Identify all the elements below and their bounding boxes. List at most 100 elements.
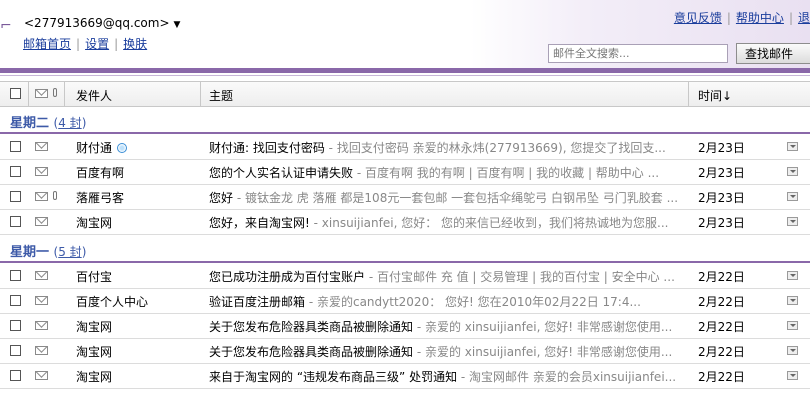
search-mail-button[interactable]: 查找邮件: [736, 43, 810, 64]
preview-text: - 百度有啊 我的有啊 | 百度有啊 | 我的收藏 | 帮助中心 ...: [353, 166, 660, 180]
mail-sender[interactable]: 淘宝网: [76, 343, 112, 360]
nav-separator: |: [114, 37, 119, 51]
column-divider: [200, 82, 201, 106]
mail-date: 2月22日: [698, 345, 745, 359]
feedback-link[interactable]: 意见反馈: [674, 11, 722, 25]
row-menu-icon[interactable]: [787, 371, 798, 380]
mail-subject[interactable]: 财付通: 找回支付密码 - 找回支付密码 亲爱的林永炜(277913669), …: [209, 139, 687, 156]
mail-row[interactable]: 淘宝网 关于您发布危险器具类商品被删除通知 - 亲爱的 xinsuijianfe…: [0, 338, 810, 364]
mail-subject[interactable]: 您已成功注册成为百付宝账户 - 百付宝邮件 充 值 | 交易管理 | 我的百付宝…: [209, 268, 687, 285]
row-checkbox[interactable]: [10, 370, 21, 381]
sender-column-header[interactable]: 发件人: [76, 87, 112, 104]
subject-text: 您的个人实名认证申请失败: [209, 166, 354, 180]
row-checkbox[interactable]: [10, 270, 21, 281]
mail-sender[interactable]: 财付通: [76, 139, 128, 156]
mail-date: 2月23日: [698, 216, 745, 230]
subject-column-header[interactable]: 主题: [209, 87, 233, 104]
mail-sender[interactable]: 落雁弓客: [76, 189, 124, 206]
attachment-icon: [53, 191, 57, 200]
mail-sender[interactable]: 百度有啊: [76, 164, 124, 181]
row-menu-icon[interactable]: [787, 321, 798, 330]
mail-sender[interactable]: 淘宝网: [76, 368, 112, 385]
mail-row[interactable]: 淘宝网 关于您发布危险器具类商品被删除通知 - 亲爱的 xinsuijianfe…: [0, 313, 810, 339]
group-label: 星期二: [10, 116, 50, 131]
link-separator: |: [788, 11, 793, 25]
read-envelope-icon: [35, 346, 48, 355]
mail-date: 2月23日: [698, 166, 745, 180]
mail-date: 2月23日: [698, 191, 745, 205]
subject-text: 您已成功注册成为百付宝账户: [209, 270, 366, 284]
group-count: (4 封): [53, 116, 87, 130]
row-checkbox[interactable]: [10, 216, 21, 227]
mail-row[interactable]: 落雁弓客 您好 - 镀钛金龙 虎 落雁 都是108元一套包邮 一套包括伞绳鸵弓 …: [0, 184, 810, 210]
read-envelope-icon: [35, 371, 48, 380]
nav-change-skin[interactable]: 换肤: [123, 37, 147, 51]
mail-row[interactable]: 淘宝网 您好，来自淘宝网! - xinsuijianfei, 您好： 您的来信已…: [0, 209, 810, 235]
mail-subject[interactable]: 关于您发布危险器具类商品被删除通知 - 亲爱的 xinsuijianfei, 您…: [209, 343, 687, 360]
read-envelope-icon: [35, 192, 48, 201]
row-checkbox[interactable]: [10, 345, 21, 356]
mail-row[interactable]: 百度有啊 您的个人实名认证申请失败 - 百度有啊 我的有啊 | 百度有啊 | 我…: [0, 159, 810, 185]
subject-text: 您好: [209, 191, 234, 205]
row-menu-icon[interactable]: [787, 346, 798, 355]
mail-date: 2月22日: [698, 320, 745, 334]
group-count-link[interactable]: 4 封: [58, 116, 81, 130]
help-center-link[interactable]: 帮助中心: [736, 11, 784, 25]
account-email: <277913669@qq.com>: [24, 16, 170, 30]
mail-row[interactable]: 百付宝 您已成功注册成为百付宝账户 - 百付宝邮件 充 值 | 交易管理 | 我…: [0, 263, 810, 289]
mail-row[interactable]: 淘宝网 来自于淘宝网的 “违规发布商品三级” 处罚通知 - 淘宝网邮件 亲爱的会…: [0, 363, 810, 389]
column-divider: [64, 82, 65, 106]
top-links: 意见反馈 | 帮助中心 | 退: [674, 9, 810, 26]
mail-subject[interactable]: 验证百度注册邮箱 - 亲爱的candytt2020： 您好! 您在2010年02…: [209, 293, 687, 310]
mail-sender[interactable]: 淘宝网: [76, 214, 112, 231]
group-header-monday: 星期一 (5 封): [10, 241, 86, 260]
mail-subject[interactable]: 您好，来自淘宝网! - xinsuijianfei, 您好： 您的来信已经收到，…: [209, 214, 687, 231]
logout-link[interactable]: 退: [798, 11, 810, 25]
read-envelope-icon: [35, 167, 48, 176]
account-switcher[interactable]: <277913669@qq.com> ▼: [24, 16, 180, 30]
read-envelope-icon: [35, 321, 48, 330]
mail-row[interactable]: 百度个人中心 验证百度注册邮箱 - 亲爱的candytt2020： 您好! 您在…: [0, 288, 810, 314]
preview-text: - 亲爱的 xinsuijianfei, 您好! 非常感谢您使用...: [413, 345, 673, 359]
row-menu-icon[interactable]: [787, 167, 798, 176]
row-checkbox[interactable]: [10, 320, 21, 331]
mail-date: 2月22日: [698, 295, 745, 309]
mail-subject[interactable]: 来自于淘宝网的 “违规发布商品三级” 处罚通知 - 淘宝网邮件 亲爱的会员xin…: [209, 368, 687, 385]
preview-text: - 百付宝邮件 充 值 | 交易管理 | 我的百付宝 | 安全中心 ...: [365, 270, 675, 284]
select-all-checkbox[interactable]: [10, 88, 21, 99]
row-menu-icon[interactable]: [787, 217, 798, 226]
row-checkbox[interactable]: [10, 141, 21, 152]
read-status-column-icon[interactable]: [35, 89, 48, 98]
group-header-tuesday: 星期二 (4 封): [10, 112, 86, 131]
mail-sender[interactable]: 百付宝: [76, 268, 112, 285]
read-envelope-icon: [35, 217, 48, 226]
time-column-header[interactable]: 时间↓: [698, 87, 732, 104]
nav-settings[interactable]: 设置: [85, 37, 109, 51]
mail-date: 2月23日: [698, 141, 745, 155]
row-menu-icon[interactable]: [787, 296, 798, 305]
attachment-column-icon[interactable]: [53, 88, 57, 97]
mail-sender[interactable]: 淘宝网: [76, 318, 112, 335]
preview-text: - 镀钛金龙 虎 落雁 都是108元一套包邮 一套包括伞绳鸵弓 白钢吊坠 弓门乳…: [233, 191, 679, 205]
nav-mailbox-home[interactable]: 邮箱首页: [23, 37, 71, 51]
column-divider: [688, 82, 689, 106]
mail-row[interactable]: 财付通 财付通: 找回支付密码 - 找回支付密码 亲爱的林永炜(27791366…: [0, 134, 810, 160]
read-envelope-icon: [35, 142, 48, 151]
mail-sender[interactable]: 百度个人中心: [76, 293, 148, 310]
row-checkbox[interactable]: [10, 191, 21, 202]
mail-list-header: 发件人 主题 时间↓: [0, 81, 810, 107]
group-count: (5 封): [53, 245, 87, 259]
group-count-link[interactable]: 5 封: [58, 245, 81, 259]
row-checkbox[interactable]: [10, 295, 21, 306]
row-menu-icon[interactable]: [787, 142, 798, 151]
subject-text: 验证百度注册邮箱: [209, 295, 306, 309]
row-checkbox[interactable]: [10, 166, 21, 177]
mail-subject[interactable]: 您好 - 镀钛金龙 虎 落雁 都是108元一套包邮 一套包括伞绳鸵弓 白钢吊坠 …: [209, 189, 687, 206]
mail-subject[interactable]: 关于您发布危险器具类商品被删除通知 - 亲爱的 xinsuijianfei, 您…: [209, 318, 687, 335]
fulltext-search-input[interactable]: [548, 44, 728, 63]
row-menu-icon[interactable]: [787, 192, 798, 201]
chevron-down-icon[interactable]: ▼: [174, 20, 181, 30]
header-nav: 邮箱首页 | 设置 | 换肤: [23, 35, 147, 52]
mail-subject[interactable]: 您的个人实名认证申请失败 - 百度有啊 我的有啊 | 百度有啊 | 我的收藏 |…: [209, 164, 687, 181]
row-menu-icon[interactable]: [787, 271, 798, 280]
